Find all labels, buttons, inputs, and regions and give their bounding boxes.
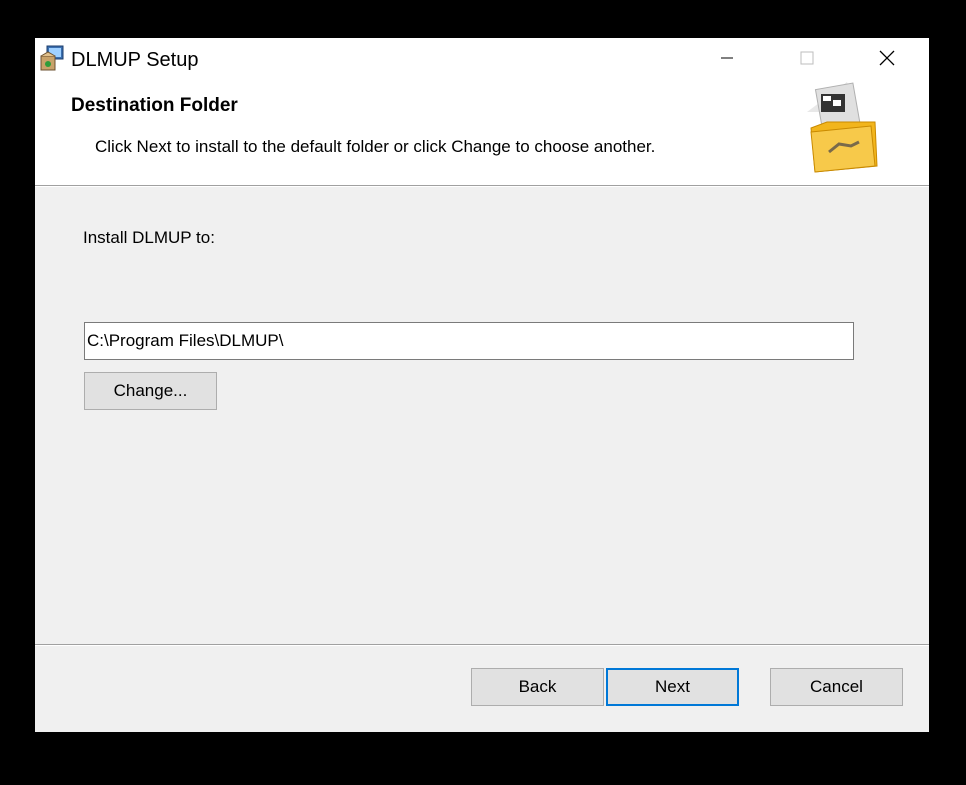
footer-divider-highlight bbox=[35, 645, 929, 646]
header-banner: Destination Folder Click Next to install… bbox=[35, 82, 929, 185]
next-button[interactable]: Next bbox=[606, 668, 739, 706]
title-bar[interactable]: DLMUP Setup bbox=[35, 38, 929, 82]
folder-with-installer-icon bbox=[801, 82, 881, 178]
page-subtitle: Click Next to install to the default fol… bbox=[95, 137, 656, 156]
page-title: Destination Folder bbox=[71, 95, 238, 116]
install-location-label: Install DLMUP to: bbox=[83, 228, 215, 247]
close-icon bbox=[879, 50, 895, 71]
cancel-button[interactable]: Cancel bbox=[770, 668, 903, 706]
maximize-button[interactable] bbox=[767, 38, 847, 82]
banner-divider-highlight bbox=[35, 186, 929, 187]
minimize-button[interactable] bbox=[687, 38, 767, 82]
back-button[interactable]: Back bbox=[471, 668, 604, 706]
setup-window: DLMUP Setup Destination Folder Click Nex… bbox=[35, 38, 929, 732]
minimize-icon bbox=[720, 51, 734, 70]
change-folder-button[interactable]: Change... bbox=[84, 372, 217, 410]
maximize-icon bbox=[800, 51, 814, 70]
close-button[interactable] bbox=[847, 38, 927, 82]
install-path-field[interactable] bbox=[84, 322, 854, 360]
window-title: DLMUP Setup bbox=[71, 49, 199, 71]
setup-package-icon bbox=[39, 44, 67, 72]
